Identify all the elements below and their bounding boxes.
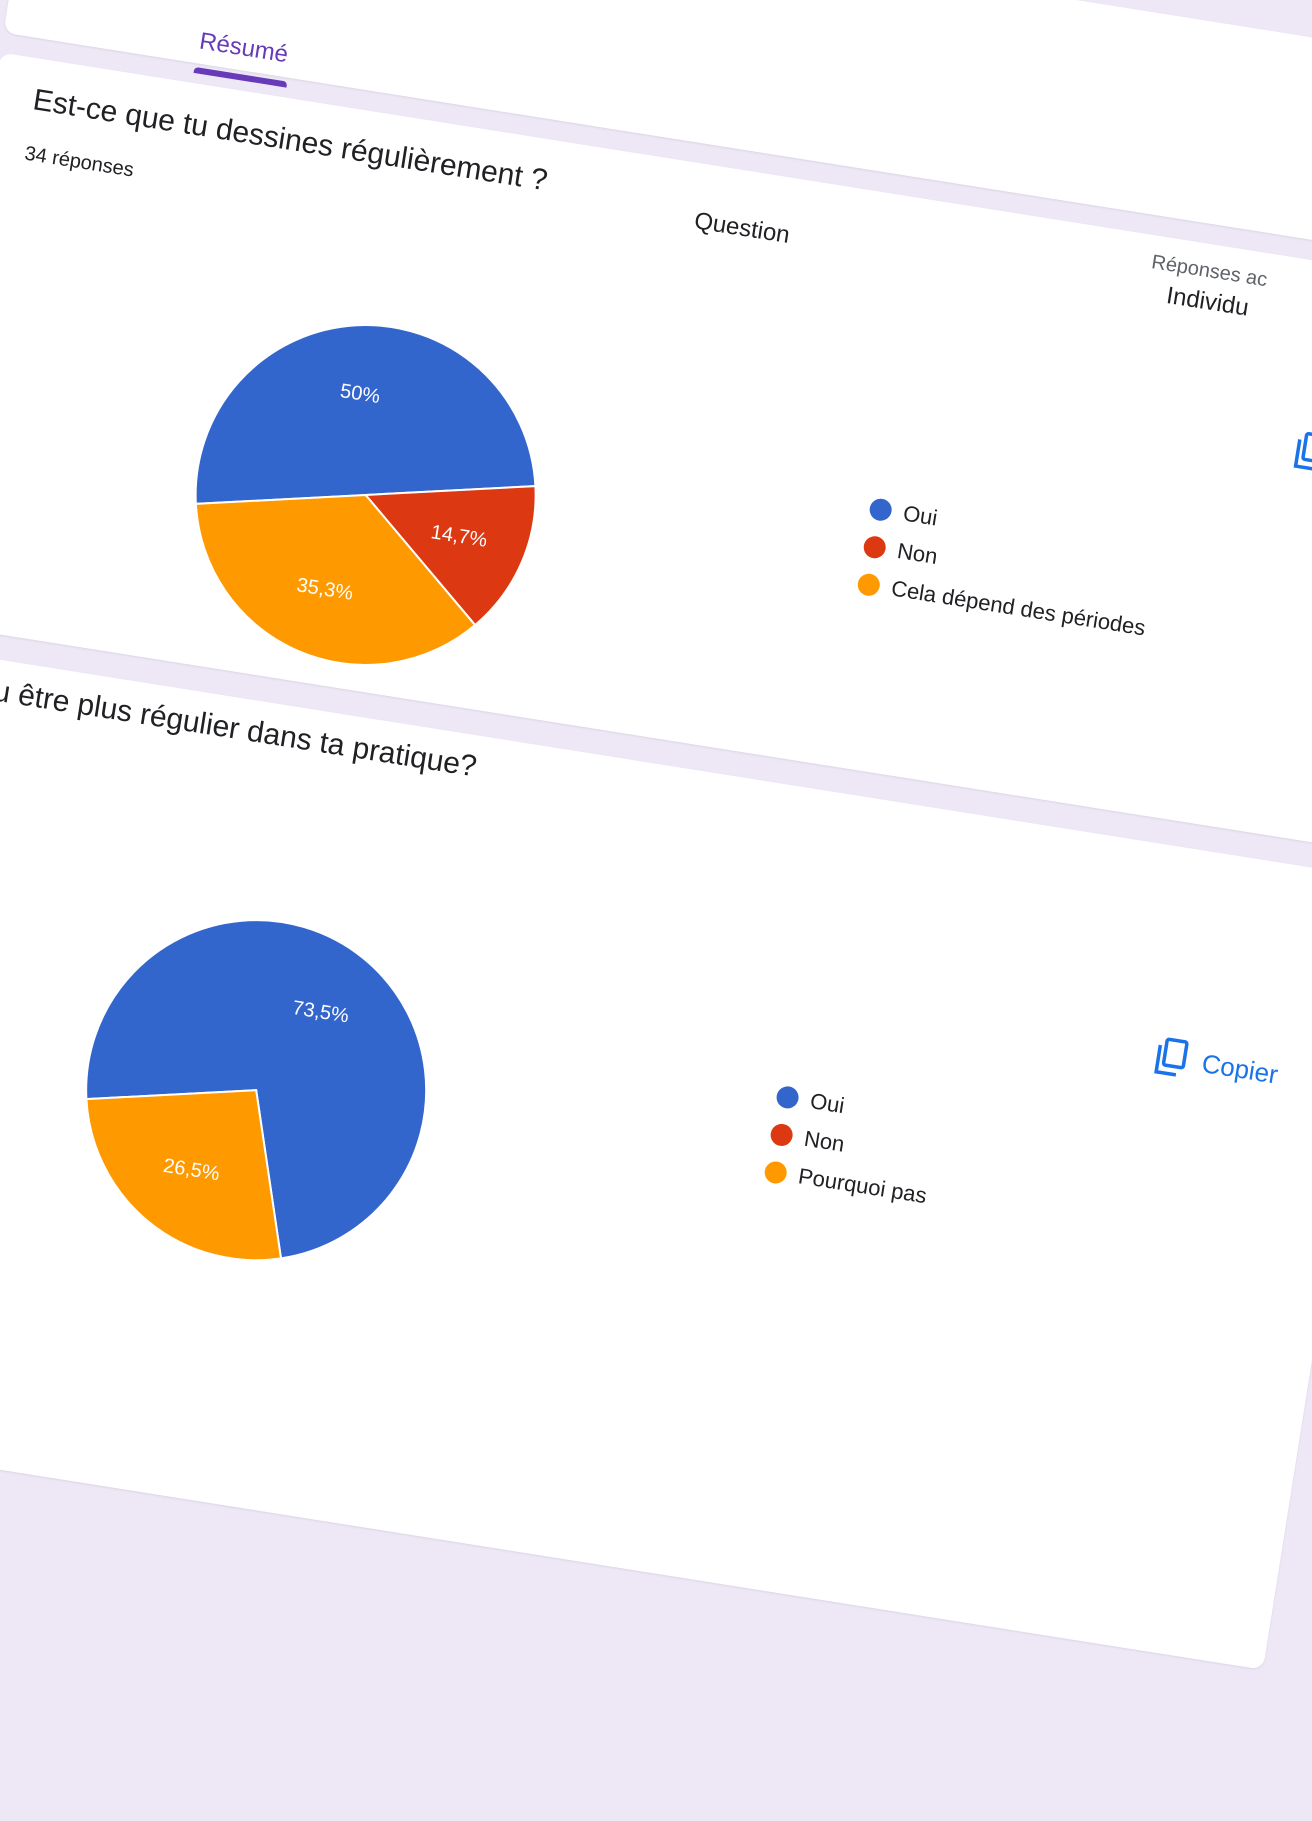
copy-chart-button[interactable] — [1291, 430, 1312, 477]
tab-question[interactable]: Question — [692, 207, 791, 250]
legend-dot — [862, 534, 888, 560]
legend-dot — [769, 1122, 795, 1148]
legend-dot — [763, 1159, 789, 1186]
copy-icon — [1154, 1037, 1189, 1077]
legend-label: Oui — [808, 1088, 847, 1119]
copy-chart-button[interactable]: Copier — [1152, 1036, 1281, 1095]
pie-chart: 73,5%26,5% — [85, 919, 428, 1262]
tab-individual[interactable]: Individu — [1164, 282, 1251, 323]
legend-dot — [774, 1084, 801, 1110]
response-count: 34 réponses — [23, 142, 136, 182]
legend-label: Non — [895, 538, 940, 570]
rotated-view: Résumé Question Réponses ac Individu Est… — [0, 0, 1312, 1821]
chart-legend: Oui Non Cela dépend des périodes — [855, 489, 1160, 647]
copy-icon — [1293, 431, 1312, 471]
legend-dot — [856, 572, 882, 598]
legend-label: Non — [802, 1125, 847, 1157]
legend-label: Oui — [901, 500, 940, 531]
chart-legend: Oui Non Pourquoi pas — [762, 1077, 941, 1215]
pie-chart: 50%14,7%35,3% — [194, 324, 537, 666]
copy-label: Copier — [1199, 1047, 1281, 1090]
legend-dot — [868, 497, 894, 523]
